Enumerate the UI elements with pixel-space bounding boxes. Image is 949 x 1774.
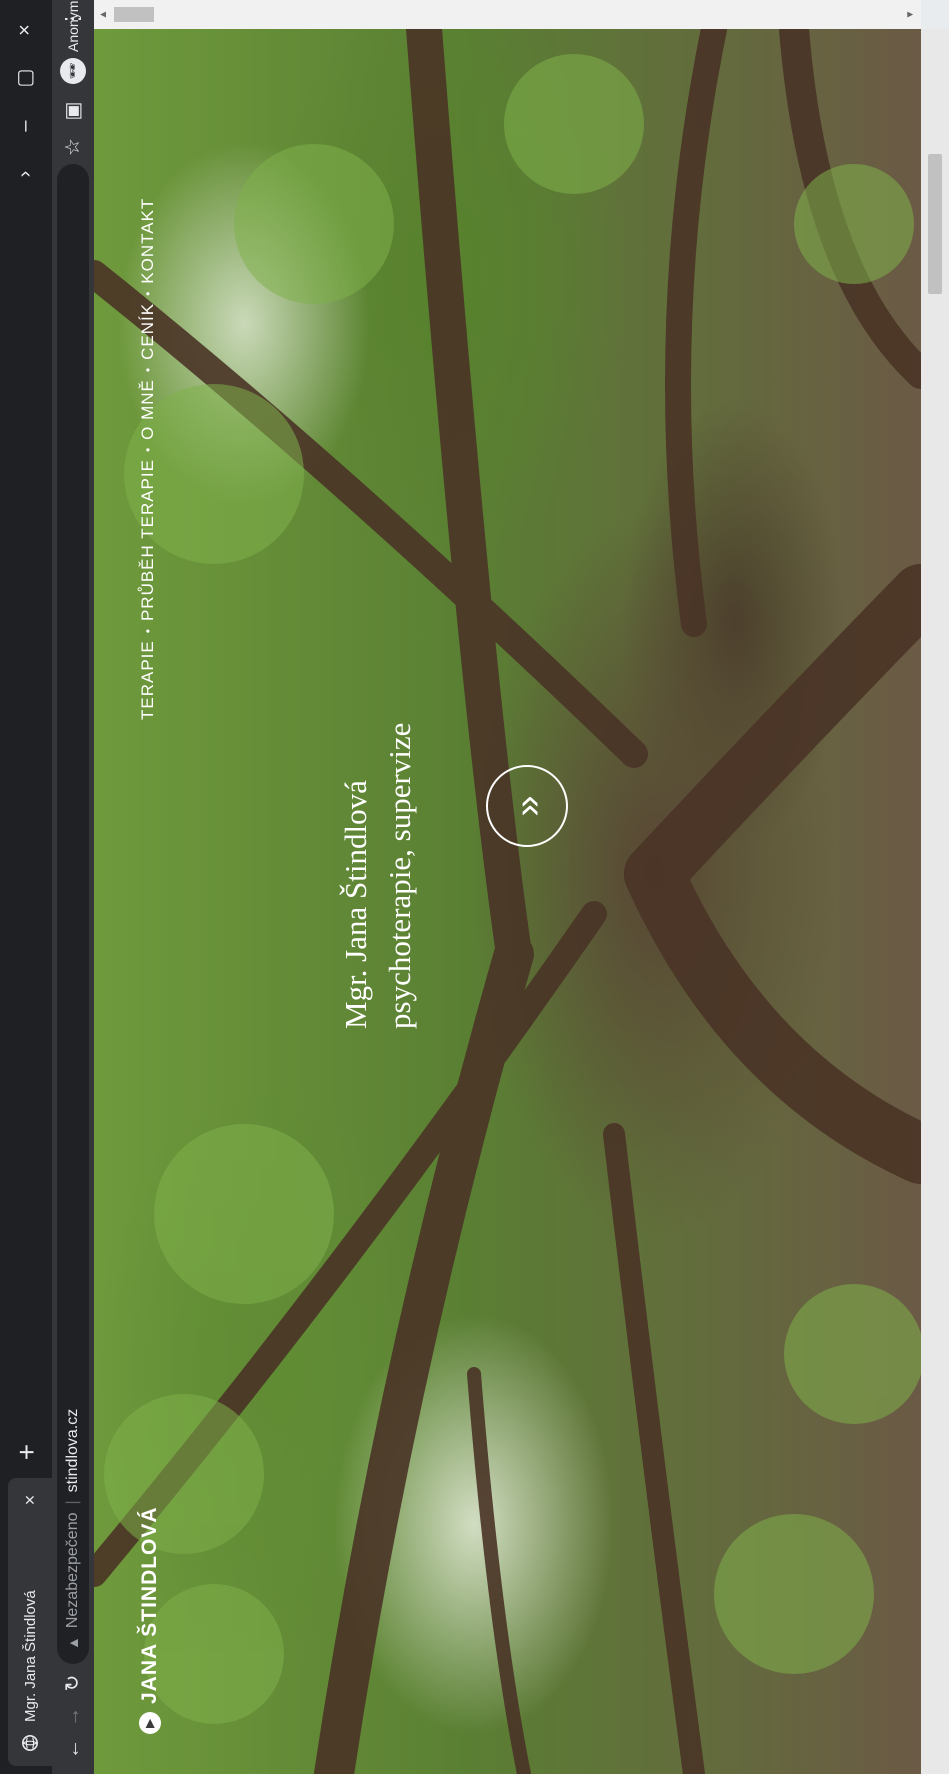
browser-window: Mgr. Jana Štindlová × + › – ▢ × ← → ↻ ▲ … [0, 0, 949, 1774]
logo-play-icon: ▶ [139, 1712, 161, 1734]
site-logo[interactable]: ▶ JANA ŠTINDLOVÁ [138, 1506, 162, 1734]
scroll-down-arrow-icon[interactable]: ▼ [901, 0, 921, 29]
vertical-scrollbar[interactable]: ▲ ▼ [94, 0, 921, 29]
tab-search-chevron-icon[interactable]: › [10, 154, 40, 194]
address-bar[interactable]: ▲ Nezabezpečeno | stindlova.cz [57, 164, 89, 1664]
nav-separator: • [141, 366, 155, 373]
side-panel-icon[interactable]: ▣ [58, 96, 88, 126]
hero-title: Mgr. Jana Štindlová [338, 780, 373, 1029]
nav-separator: • [141, 290, 155, 296]
hero-subtitle: psychoterapie, supervize [382, 722, 417, 1029]
horizontal-scroll-thumb[interactable] [928, 154, 942, 294]
nav-item-kontakt[interactable]: KONTAKT [138, 198, 158, 284]
nav-separator: • [141, 446, 155, 453]
forward-button[interactable]: → [58, 1702, 88, 1732]
horizontal-scrollbar[interactable] [921, 29, 949, 1774]
tab-title: Mgr. Jana Štindlová [21, 1590, 39, 1722]
nav-item-prubeh-terapie[interactable]: PRŮBĚH TERAPIE [138, 459, 158, 621]
not-secure-warning-icon[interactable]: ▲ [65, 1636, 81, 1650]
scroll-down-icon[interactable]: » [486, 765, 568, 847]
tree-photo-background [94, 29, 921, 1774]
minimize-button[interactable]: – [10, 106, 40, 146]
back-button[interactable]: ← [58, 1734, 88, 1764]
hero-heading-block: Mgr. Jana Štindlová psychoterapie, super… [334, 609, 422, 1029]
address-separator: | [64, 1500, 81, 1505]
nav-item-terapie[interactable]: TERAPIE [138, 640, 158, 720]
restore-button[interactable]: ▢ [10, 58, 40, 98]
vertical-scroll-thumb[interactable] [114, 7, 154, 22]
nav-separator: • [141, 628, 155, 634]
tab-active[interactable]: Mgr. Jana Štindlová × [8, 1478, 52, 1766]
reload-button[interactable]: ↻ [58, 1668, 88, 1698]
nav-item-cenik[interactable]: CENÍK [138, 303, 158, 360]
hero-section: ▶ JANA ŠTINDLOVÁ TERAPIE • PRŮBĚH TERAPI… [94, 29, 921, 1774]
browser-menu-icon[interactable]: ⋮ [58, 4, 88, 34]
incognito-icon: 🕶 [60, 58, 86, 84]
globe-icon [21, 1734, 39, 1752]
page-viewport: ▶ JANA ŠTINDLOVÁ TERAPIE • PRŮBĚH TERAPI… [94, 0, 949, 1774]
nav-item-o-mne[interactable]: O MNĚ [138, 379, 158, 440]
scroll-up-arrow-icon[interactable]: ▲ [94, 0, 114, 29]
bookmark-star-icon[interactable]: ☆ [58, 132, 88, 162]
tab-close-icon[interactable]: × [20, 1490, 40, 1510]
site-name: JANA ŠTINDLOVÁ [138, 1506, 161, 1704]
tab-strip: Mgr. Jana Štindlová × + › – ▢ × [0, 0, 52, 1774]
main-nav: TERAPIE • PRŮBĚH TERAPIE • O MNĚ • CENÍK… [138, 198, 158, 720]
new-tab-button[interactable]: + [11, 1437, 43, 1467]
address-host[interactable]: stindlova.cz [64, 1409, 82, 1493]
browser-toolbar: ← → ↻ ▲ Nezabezpečeno | stindlova.cz ☆ ▣… [52, 0, 94, 1774]
close-window-button[interactable]: × [10, 10, 40, 50]
security-label[interactable]: Nezabezpečeno [64, 1513, 82, 1629]
